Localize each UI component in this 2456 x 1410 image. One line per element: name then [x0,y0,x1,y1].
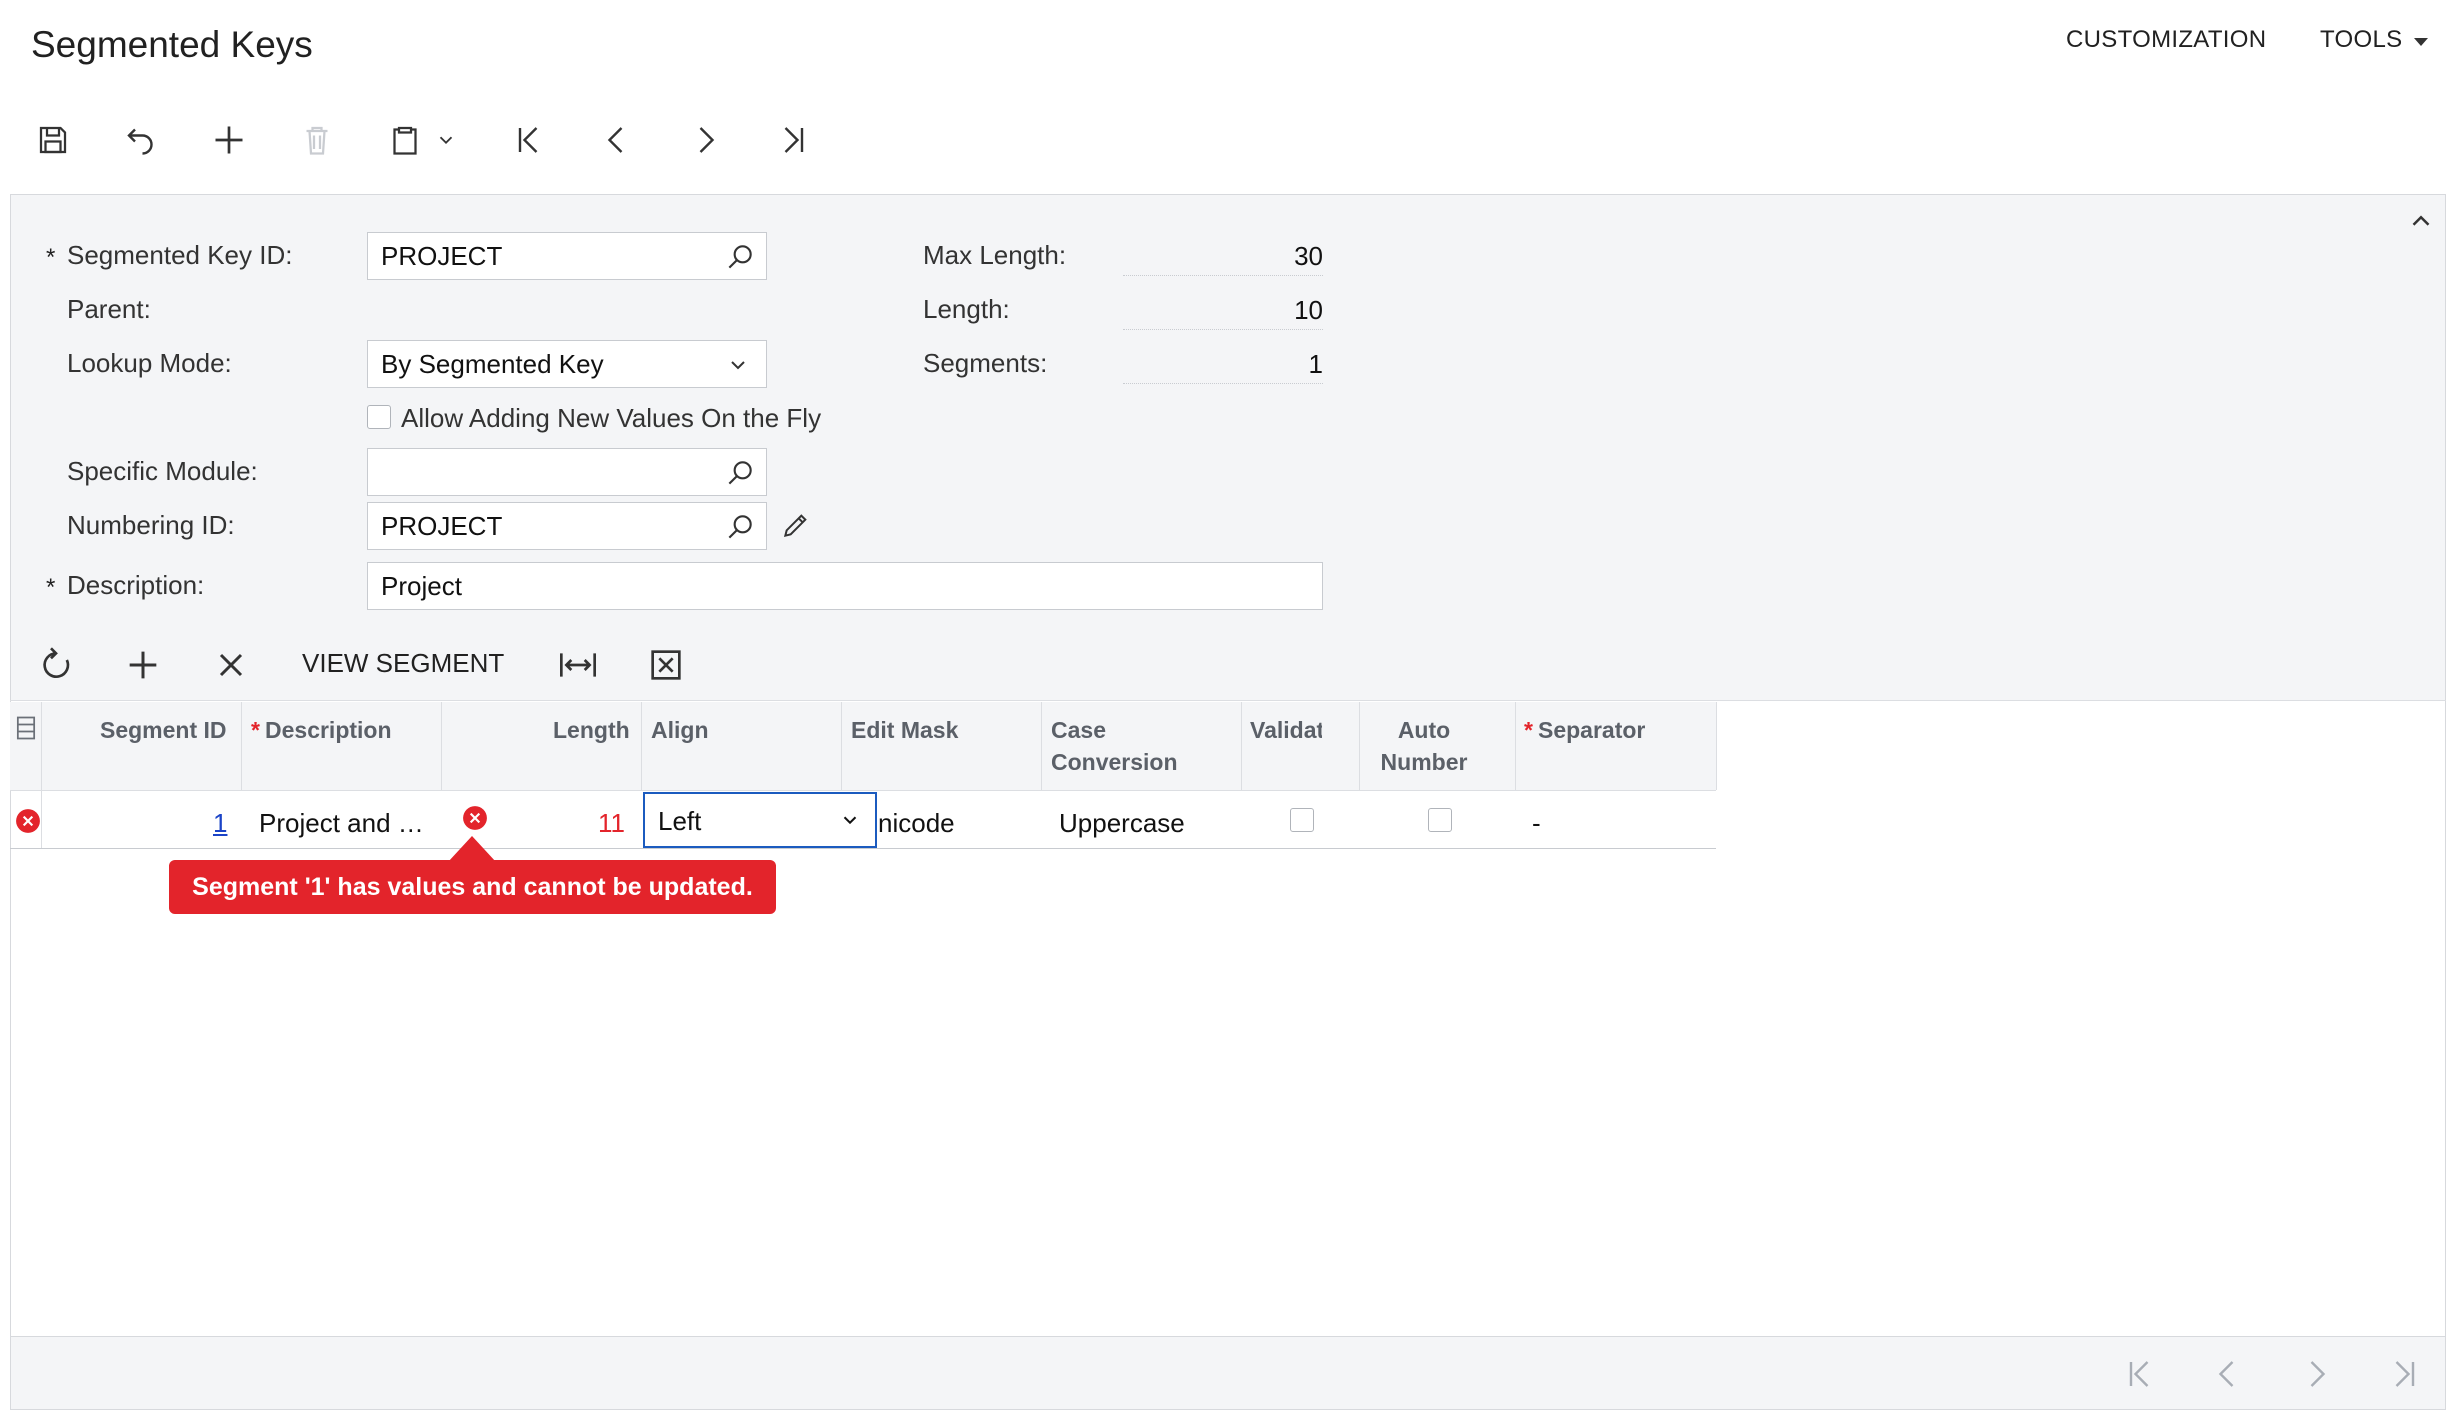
description-value: Project [381,570,462,601]
previous-record-icon[interactable] [593,116,641,164]
segment-id-link[interactable]: 1 [213,808,227,839]
row-error-icon [15,808,41,834]
page-title: Segmented Keys [31,24,313,65]
align-select[interactable]: Left [643,792,877,848]
col-length[interactable]: Length [553,714,630,746]
grid-top-border [10,700,2446,701]
search-icon[interactable] [724,241,756,273]
row-selector-icon[interactable] [14,714,38,742]
edit-pencil-icon[interactable] [780,509,812,541]
parent-label: Parent: [67,294,151,324]
allow-new-values-checkbox[interactable] [367,405,391,429]
view-segment-button[interactable]: VIEW SEGMENT [302,648,504,679]
refresh-icon[interactable] [36,645,76,685]
row-validate-checkbox[interactable] [1290,808,1314,832]
clipboard-dropdown-icon[interactable] [430,116,462,164]
error-tooltip-arrow [448,836,496,862]
chevron-down-icon [843,816,857,825]
last-record-icon[interactable] [769,116,817,164]
col-separator[interactable]: Separator [1538,714,1645,746]
col-edit-mask[interactable]: Edit Mask [851,714,958,746]
clipboard-icon[interactable] [381,116,429,164]
numbering-id-label: Numbering ID: [67,510,235,540]
lookup-mode-label: Lookup Mode: [67,348,232,378]
col-case-conversion-line1: Case [1051,717,1106,743]
row-length[interactable]: 11 [598,808,625,839]
specific-module-label: Specific Module: [67,456,258,486]
pager-next-icon[interactable] [2298,1356,2334,1392]
search-icon[interactable] [724,457,756,489]
required-marker: * [46,574,56,601]
row-separator[interactable]: - [1532,808,1541,839]
description-label: Description: [67,570,205,600]
collapse-panel-icon[interactable] [2406,206,2436,236]
length-label: Length: [923,294,1010,324]
numbering-id-value: PROJECT [381,510,503,541]
save-icon[interactable] [29,116,77,164]
chevron-down-icon [731,361,745,370]
col-description[interactable]: Description [265,714,392,746]
undo-icon[interactable] [117,116,165,164]
description-field[interactable]: Project [367,562,1323,610]
delete-row-icon[interactable] [211,645,251,685]
next-record-icon[interactable] [681,116,729,164]
add-icon[interactable] [205,116,253,164]
delete-icon[interactable] [293,116,341,164]
segments-value: 1 [1123,344,1323,384]
max-length-value: 30 [1123,236,1323,276]
cell-error-icon[interactable] [462,805,488,831]
segmented-key-id-field[interactable]: PROJECT [367,232,767,280]
grid-pager [10,1336,2446,1410]
segmented-key-id-label: Segmented Key ID: [67,240,293,270]
required-marker: * [46,244,56,271]
pager-first-icon[interactable] [2122,1356,2158,1392]
add-row-icon[interactable] [123,645,163,685]
lookup-mode-select[interactable]: By Segmented Key [367,340,767,388]
search-icon[interactable] [724,511,756,543]
fit-columns-icon[interactable] [556,645,600,685]
lookup-mode-value: By Segmented Key [381,348,604,379]
customization-menu[interactable]: CUSTOMIZATION [2066,26,2266,54]
col-case-conversion[interactable]: Case Conversion [1051,714,1178,778]
col-auto-number[interactable]: Auto Number [1360,714,1488,778]
tools-menu-label: TOOLS [2320,26,2403,53]
specific-module-field[interactable] [367,448,767,496]
required-marker: * [1524,717,1533,743]
segments-label: Segments: [923,348,1048,378]
col-auto-number-line1: Auto [1397,717,1451,743]
allow-new-values-label: Allow Adding New Values On the Fly [401,403,822,433]
col-case-conversion-line2: Conversion [1051,749,1178,775]
export-excel-icon[interactable] [646,645,686,685]
error-tooltip: Segment '1' has values and cannot be upd… [169,860,776,914]
tools-menu[interactable]: TOOLS [2320,26,2402,54]
max-length-label: Max Length: [923,240,1067,270]
numbering-id-field[interactable]: PROJECT [367,502,767,550]
first-record-icon[interactable] [505,116,553,164]
length-value: 10 [1123,290,1323,330]
pager-last-icon[interactable] [2386,1356,2422,1392]
col-align[interactable]: Align [651,714,709,746]
col-validate[interactable]: Validat [1250,714,1322,746]
align-value: Left [658,806,702,836]
col-segment-id[interactable]: Segment ID [100,714,227,746]
row-description[interactable]: Project and … [259,808,429,839]
segmented-key-id-value: PROJECT [381,240,503,271]
col-auto-number-line2: Number [1380,749,1468,775]
segments-grid [10,700,2446,1340]
row-case-conversion[interactable]: Uppercase [1059,808,1185,839]
pager-previous-icon[interactable] [2210,1356,2246,1392]
row-edit-mask[interactable]: nicode [878,808,955,839]
tools-caret-icon [2414,38,2428,46]
required-marker: * [251,717,260,743]
row-auto-number-checkbox[interactable] [1428,808,1452,832]
